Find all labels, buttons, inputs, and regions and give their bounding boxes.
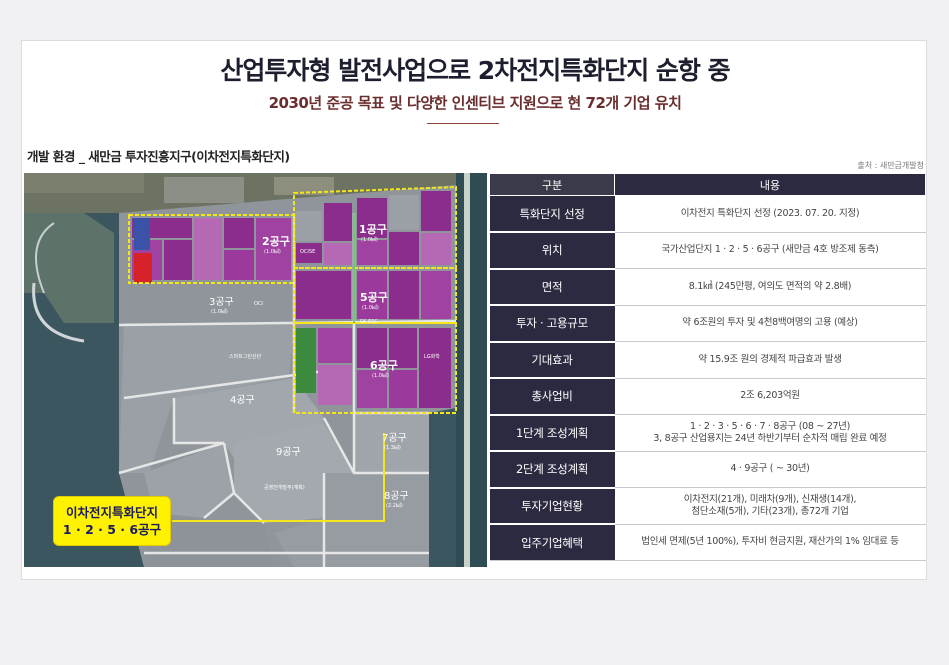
table-row: 특화단지 선정 이차전지 특화단지 선정 (2023. 07. 20. 지정) [489, 195, 926, 233]
zone-3-area: (1.0㎢) [211, 308, 228, 315]
page-title: 산업투자형 발전사업으로 2차전지특화단지 순항 중 [220, 56, 730, 85]
header-content: 내용 [614, 173, 926, 196]
row-value: 이차전지(21개), 미래차(9개), 신재생(14개), 첨단소재(5개), … [614, 487, 926, 525]
table-row: 2단계 조성계획 4 · 9공구 ( ~ 30년) [489, 451, 926, 489]
source-note: 출처 : 새만금개발청 [857, 161, 924, 170]
parcel [389, 195, 419, 230]
row-key: 투자기업현황 [489, 487, 615, 525]
zone-2-label: 2공구 [262, 235, 290, 248]
blue-parcel [134, 218, 150, 250]
callout-title: 이차전지특화단지 [65, 505, 158, 520]
red-parcel [134, 253, 152, 283]
zone-6-area: (1.0㎢) [372, 372, 389, 379]
table-row: 입주기업혜택 법인세 면제(5년 100%), 투자비 현금지원, 재산가의 1… [489, 524, 926, 561]
table-row: 총사업비 2조 6,203억원 [489, 378, 926, 416]
zone-5-area: (1.0㎢) [362, 304, 379, 311]
row-key: 기대효과 [489, 341, 615, 379]
sea-east [456, 173, 487, 567]
row-key: 투자 · 고용규모 [489, 305, 615, 343]
parcel [421, 233, 451, 265]
zone-3-label: 3공구 [209, 296, 234, 308]
table-row: 1단계 조성계획 1 · 2 · 3 · 5 · 6 · 7 · 8공구 (08… [489, 414, 926, 452]
complex-info-table: 구분 내용 특화단지 선정 이차전지 특화단지 선정 (2023. 07. 20… [489, 173, 926, 561]
row-value: 1 · 2 · 3 · 5 · 6 · 7 · 8공구 (08 ~ 27년) 3… [614, 414, 926, 452]
zone-2-area: (1.0㎢) [264, 248, 281, 255]
parcel [318, 328, 352, 363]
land-block [24, 173, 144, 193]
zone-8-area: (2.2㎢) [386, 502, 403, 509]
table-row: 면적 8.1㎢ (245만평, 여의도 면적의 약 2.8배) [489, 268, 926, 306]
row-value: 법인세 면제(5년 100%), 투자비 현금지원, 재산가의 1% 임대료 등 [614, 524, 926, 561]
row-value-line: 이차전지(21개), 미래차(9개), 신재생(14개), [683, 493, 857, 505]
row-key: 입주기업혜택 [489, 524, 615, 561]
row-value: 8.1㎢ (245만평, 여의도 면적의 약 2.8배) [614, 268, 926, 306]
parcel [357, 240, 387, 265]
row-value-line: 3, 8공구 산업용지는 24년 하반기부터 순차적 매립 완료 예정 [653, 432, 887, 444]
parcel [421, 271, 451, 319]
table-row: 투자 · 고용규모 약 6조원의 투자 및 4천8백여명의 고용 (예상) [489, 305, 926, 343]
parcel [389, 232, 419, 265]
row-key: 2단계 조성계획 [489, 451, 615, 489]
row-key: 1단계 조성계획 [489, 414, 615, 452]
zone-6-label: 6공구 [370, 359, 398, 372]
land-block [164, 177, 244, 203]
parcel [296, 271, 351, 319]
special-zone-callout: 이차전지특화단지 1 · 2 · 5 · 6공구 [53, 496, 171, 546]
parcel [389, 370, 417, 408]
section-title: 개발 환경 _ 새만금 투자진흥지구(이차전지특화단지) [27, 149, 290, 164]
parcel [421, 191, 451, 231]
content-card: 산업투자형 발전사업으로 2차전지특화단지 순항 중 2030년 준공 목표 및… [21, 40, 927, 580]
label-gongyeong: 공영전개발주(계획) [264, 484, 305, 491]
table-row: 투자기업현황 이차전지(21개), 미래차(9개), 신재생(14개), 첨단소… [489, 487, 926, 525]
label-sk: SK ESC [360, 319, 378, 325]
row-value: 약 15.9조 원의 경제적 파급효과 발생 [614, 341, 926, 379]
parcel [318, 365, 352, 405]
label-oci: OCI [254, 301, 263, 307]
parcel [324, 203, 352, 241]
zone-4-label: 4공구 [230, 394, 255, 406]
row-key: 특화단지 선정 [489, 195, 615, 233]
zone-7-label: 7공구 [382, 432, 407, 444]
row-value: 4 · 9공구 ( ~ 30년) [614, 451, 926, 488]
parcel [296, 211, 322, 241]
label-smartgreen: 스마트그린산단 [229, 353, 262, 360]
dike [464, 173, 470, 567]
zone-5-label: 5공구 [360, 291, 388, 304]
zone-1-area: (1.0㎢) [361, 236, 378, 243]
row-key: 총사업비 [489, 378, 615, 416]
row-value: 이차전지 특화단지 선정 (2023. 07. 20. 지정) [614, 195, 926, 233]
title-divider [427, 123, 499, 124]
parcel [224, 218, 254, 248]
page-subtitle: 2030년 준공 목표 및 다양한 인센티브 지원으로 현 72개 기업 유치 [268, 94, 682, 112]
table-header-row: 구분 내용 [489, 173, 926, 196]
parcel [164, 240, 192, 280]
zone-1-label: 1공구 [359, 223, 387, 236]
parcel [324, 243, 352, 265]
callout-zones: 1 · 2 · 5 · 6공구 [62, 522, 162, 537]
label-lg: LG화학 [424, 353, 440, 360]
row-value-line: 첨단소재(5개), 기타(23개), 총72개 기업 [691, 505, 849, 517]
parcel [194, 218, 222, 280]
label-ocise: OCISE [300, 249, 315, 255]
zone-9-label: 9공구 [276, 446, 301, 458]
table-row: 기대효과 약 15.9조 원의 경제적 파급효과 발생 [489, 341, 926, 379]
row-value-line: 1 · 2 · 3 · 5 · 6 · 7 · 8공구 (08 ~ 27년) [689, 420, 851, 432]
header-category: 구분 [489, 173, 615, 196]
parcel [389, 271, 419, 319]
zone-8-label: 8공구 [384, 490, 409, 502]
green-belt [296, 328, 316, 393]
zone-7-area: (1.3㎢) [384, 444, 401, 451]
table-row: 위치 국가산업단지 1 · 2 · 5 · 6공구 (새만금 4호 방조제 동측… [489, 232, 926, 270]
row-value: 약 6조원의 투자 및 4천8백여명의 고용 (예상) [614, 305, 926, 342]
row-key: 위치 [489, 232, 615, 270]
row-value: 2조 6,203억원 [614, 378, 926, 415]
parcel [419, 328, 451, 408]
parcel [224, 250, 254, 280]
row-value: 국가산업단지 1 · 2 · 5 · 6공구 (새만금 4호 방조제 동측) [614, 232, 926, 269]
row-key: 면적 [489, 268, 615, 306]
